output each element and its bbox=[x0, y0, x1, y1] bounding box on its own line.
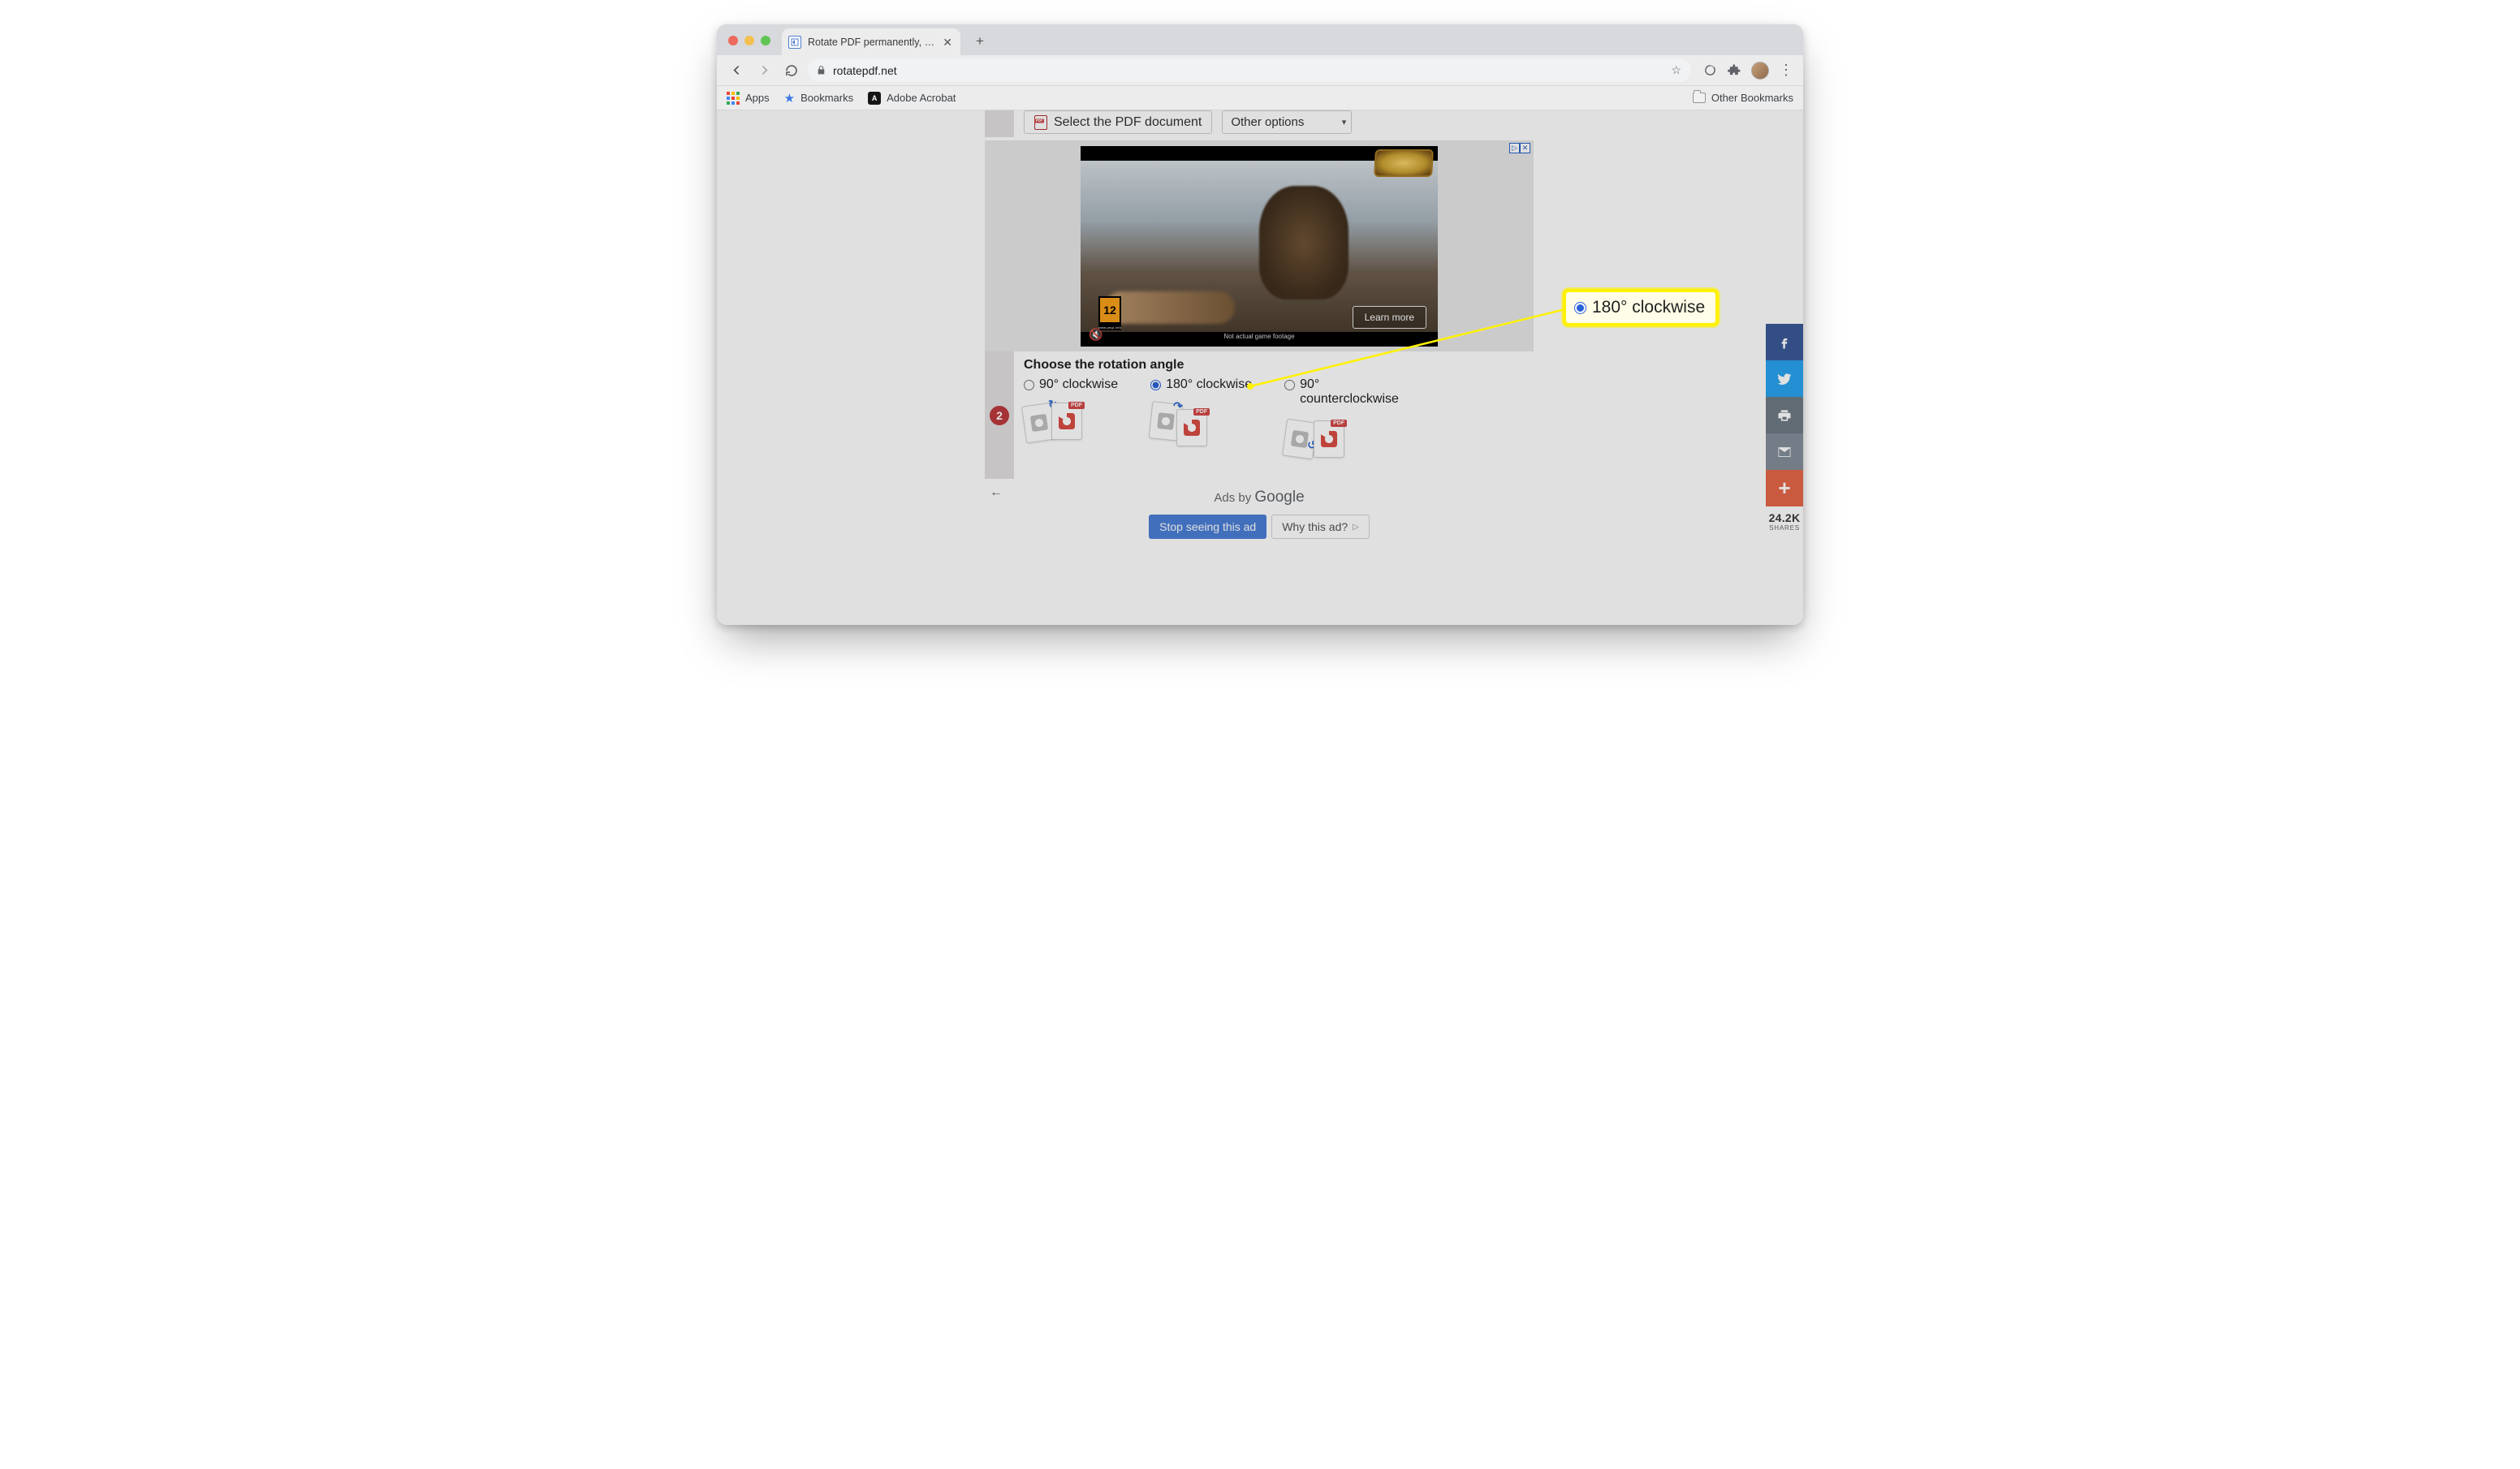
share-twitter-button[interactable] bbox=[1766, 360, 1803, 397]
address-text: rotatepdf.net bbox=[833, 64, 897, 77]
share-more-button[interactable]: + bbox=[1766, 470, 1803, 506]
choose-heading: Choose the rotation angle bbox=[1024, 358, 1534, 373]
select-pdf-label: Select the PDF document bbox=[1054, 115, 1202, 130]
new-tab-button[interactable]: + bbox=[969, 30, 991, 53]
share-print-button[interactable] bbox=[1766, 397, 1803, 433]
adobe-label: Adobe Acrobat bbox=[887, 92, 956, 104]
why-this-ad-button[interactable]: Why this ad?▷ bbox=[1271, 515, 1370, 539]
menu-icon[interactable]: ⋮ bbox=[1779, 63, 1793, 78]
close-tab-icon[interactable]: ✕ bbox=[941, 37, 954, 48]
apps-icon bbox=[727, 92, 740, 105]
window-controls bbox=[728, 36, 770, 45]
ads-by-line: Ads by Google bbox=[985, 480, 1534, 506]
reload-button[interactable] bbox=[780, 59, 803, 82]
other-options-select[interactable]: Other options bbox=[1222, 110, 1352, 134]
step2-block: 2 Choose the rotation angle 90° clockwis… bbox=[985, 351, 1534, 479]
tab-strip: Rotate PDF permanently, online ✕ + bbox=[717, 24, 1803, 55]
option-180cw: 180° clockwise ↷ PDF bbox=[1150, 377, 1252, 460]
page-viewport: Select the PDF document Other options ▷ … bbox=[717, 110, 1803, 625]
other-bookmarks-shortcut[interactable]: Other Bookmarks bbox=[1693, 92, 1793, 104]
browser-toolbar: rotatepdf.net ☆ ⋮ bbox=[717, 55, 1803, 86]
apps-label: Apps bbox=[745, 92, 770, 104]
radio-90cw[interactable]: 90° clockwise bbox=[1024, 377, 1118, 392]
callout-label: 180° clockwise bbox=[1592, 298, 1705, 317]
pdf-file-icon bbox=[1034, 115, 1047, 130]
radio-90ccw-label: 90° counterclockwise bbox=[1300, 377, 1406, 407]
radio-90cw-input[interactable] bbox=[1024, 380, 1034, 390]
option-90ccw: 90° counterclockwise ↺ PDF bbox=[1284, 377, 1406, 460]
google-ad-footer: ← Ads by Google Stop seeing this ad Why … bbox=[985, 480, 1534, 625]
radio-90cw-label: 90° clockwise bbox=[1039, 377, 1118, 392]
other-bookmarks-label: Other Bookmarks bbox=[1711, 92, 1793, 104]
callout-highlight: 180° clockwise bbox=[1563, 289, 1719, 326]
acrobat-icon: A bbox=[868, 92, 881, 105]
address-bar[interactable]: rotatepdf.net ☆ bbox=[808, 58, 1691, 82]
bookmarks-label: Bookmarks bbox=[800, 92, 853, 104]
callout-radio bbox=[1574, 302, 1586, 314]
share-column: + 24.2K SHARES bbox=[1766, 324, 1803, 532]
select-pdf-button[interactable]: Select the PDF document bbox=[1024, 110, 1212, 134]
progress-icon[interactable] bbox=[1702, 63, 1717, 78]
share-email-button[interactable] bbox=[1766, 433, 1803, 470]
footage-note: Not actual game footage bbox=[1081, 333, 1438, 340]
close-ad-icon[interactable]: ✕ bbox=[1520, 143, 1530, 153]
adchoices-small-icon: ▷ bbox=[1353, 523, 1359, 532]
pegi-rating: 12 bbox=[1098, 296, 1121, 324]
lock-icon bbox=[816, 65, 826, 75]
wow-logo-icon bbox=[1374, 149, 1434, 177]
adchoices-icon[interactable]: ▷ bbox=[1509, 143, 1520, 153]
step1-row: Select the PDF document Other options bbox=[985, 110, 1534, 137]
back-button[interactable] bbox=[725, 59, 748, 82]
browser-tab[interactable]: Rotate PDF permanently, online ✕ bbox=[782, 28, 960, 55]
bookmarks-shortcut[interactable]: ★ Bookmarks bbox=[784, 91, 853, 106]
ad-video[interactable]: 12 www.pegi.info 🔇 Not actual game foota… bbox=[1081, 146, 1438, 347]
radio-180cw-label: 180° clockwise bbox=[1166, 377, 1252, 392]
browser-window: Rotate PDF permanently, online ✕ + rotat… bbox=[717, 24, 1803, 625]
adobe-acrobat-shortcut[interactable]: A Adobe Acrobat bbox=[868, 92, 956, 105]
extensions-icon[interactable] bbox=[1727, 63, 1741, 78]
radio-90ccw[interactable]: 90° counterclockwise bbox=[1284, 377, 1406, 407]
stop-seeing-ad-button[interactable]: Stop seeing this ad bbox=[1149, 515, 1266, 539]
star-icon: ★ bbox=[784, 91, 795, 106]
ad-back-icon[interactable]: ← bbox=[990, 485, 1003, 500]
minimize-window-icon[interactable] bbox=[744, 36, 754, 45]
tab-title: Rotate PDF permanently, online bbox=[808, 37, 934, 48]
learn-more-button[interactable]: Learn more bbox=[1353, 306, 1426, 329]
ad-banner: ▷ ✕ 12 www.pegi.info 🔇 Not actual game f… bbox=[985, 140, 1534, 351]
other-options-label: Other options bbox=[1231, 115, 1304, 129]
favicon-icon bbox=[788, 36, 801, 49]
step-number-badge: 2 bbox=[990, 406, 1009, 425]
bookmark-star-icon[interactable]: ☆ bbox=[1671, 63, 1681, 77]
share-label: SHARES bbox=[1766, 524, 1803, 532]
avatar-icon[interactable] bbox=[1751, 62, 1769, 80]
fullscreen-window-icon[interactable] bbox=[761, 36, 770, 45]
radio-180cw[interactable]: 180° clockwise bbox=[1150, 377, 1252, 392]
share-facebook-button[interactable] bbox=[1766, 324, 1803, 360]
forward-button[interactable] bbox=[753, 59, 775, 82]
folder-icon bbox=[1693, 93, 1706, 103]
radio-90ccw-input[interactable] bbox=[1284, 380, 1295, 390]
apps-shortcut[interactable]: Apps bbox=[727, 92, 770, 105]
radio-180cw-input[interactable] bbox=[1150, 380, 1161, 390]
option-90cw: 90° clockwise ↻ PDF bbox=[1024, 377, 1118, 460]
share-count: 24.2K bbox=[1766, 511, 1803, 524]
bookmarks-bar: Apps ★ Bookmarks A Adobe Acrobat Other B… bbox=[717, 86, 1803, 110]
close-window-icon[interactable] bbox=[728, 36, 738, 45]
